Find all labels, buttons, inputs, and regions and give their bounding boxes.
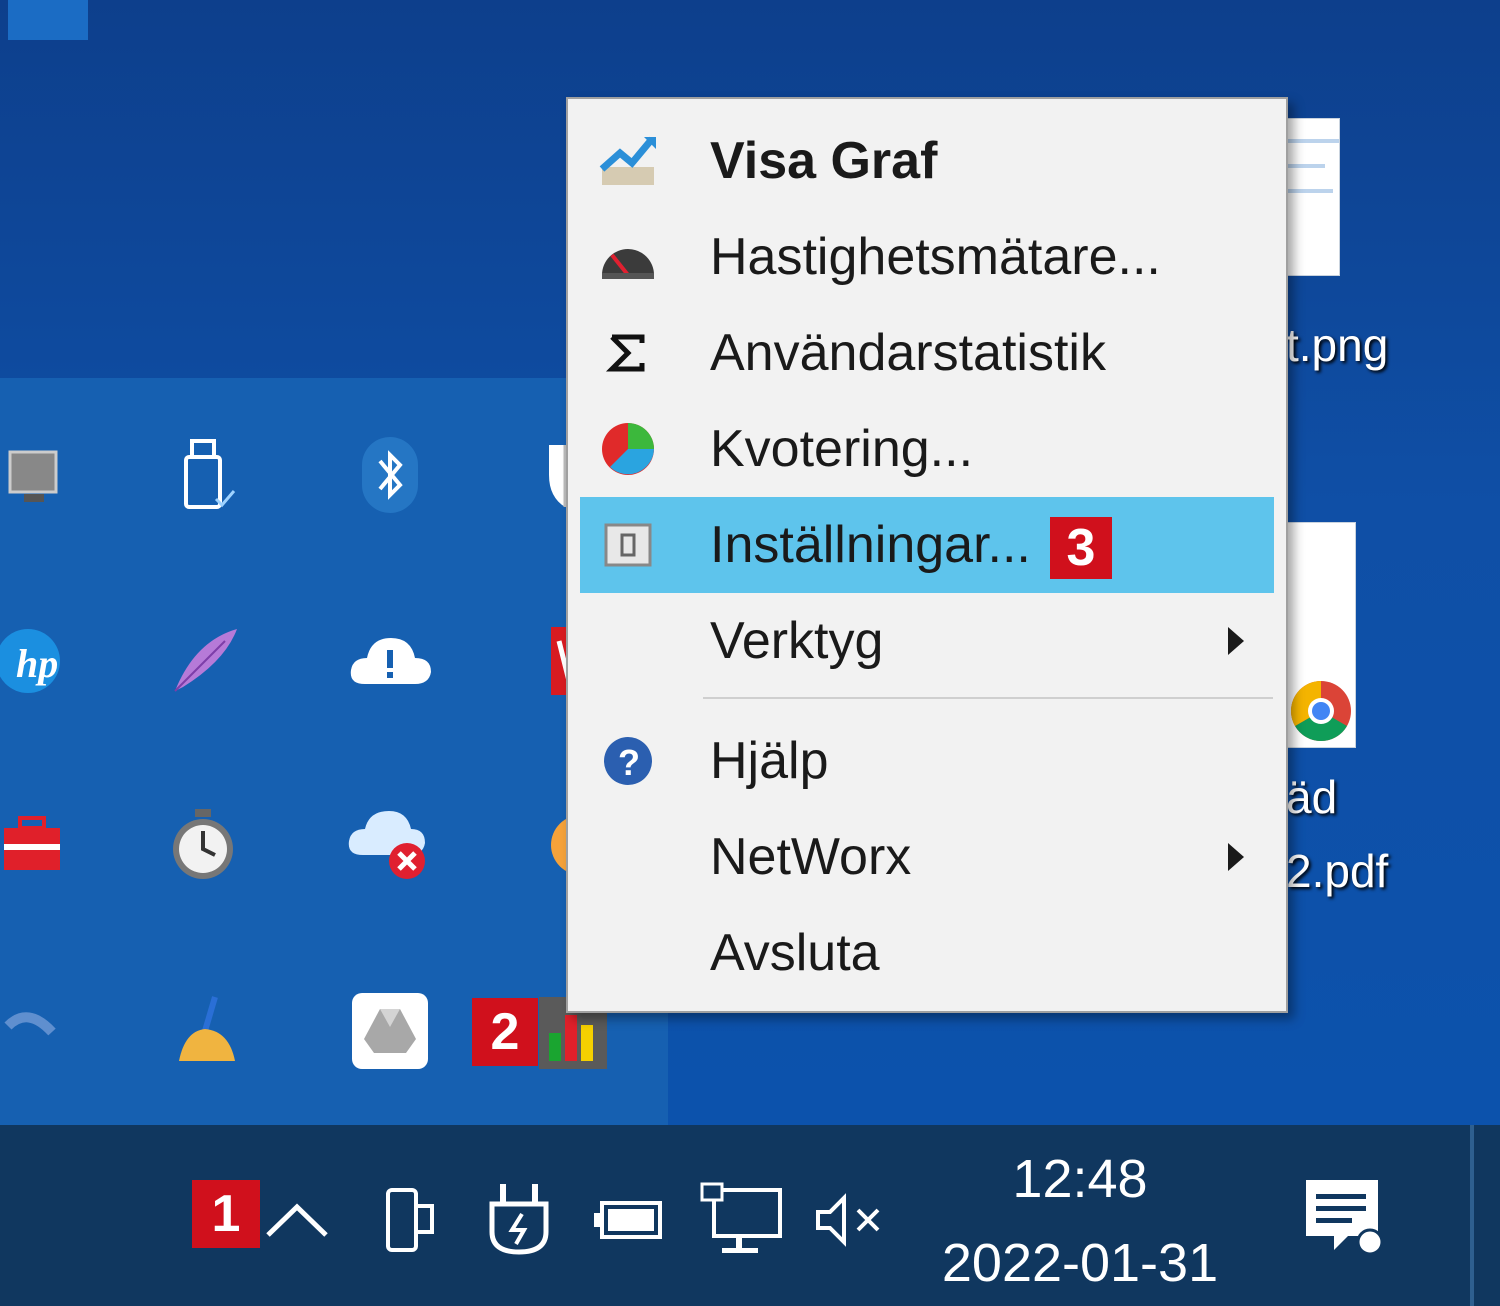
taskbar-divider — [1470, 1125, 1474, 1306]
cloud-alert-icon[interactable] — [345, 616, 435, 706]
submenu-arrow-icon — [1228, 843, 1244, 871]
settings-icon — [598, 517, 658, 573]
menu-item-label: Kvotering... — [710, 420, 974, 478]
menu-item-networx[interactable]: NetWorx — [580, 809, 1274, 905]
step-badge-1: 1 — [192, 1180, 260, 1248]
menu-item-hjalp[interactable]: ? Hjälp — [580, 713, 1274, 809]
graph-icon — [598, 133, 658, 189]
menu-item-avsluta[interactable]: Avsluta — [580, 905, 1274, 1001]
menu-item-label: Hastighetsmätare... — [710, 228, 1161, 286]
menu-item-label: Avsluta — [710, 924, 880, 982]
menu-item-anvandarstatistik[interactable]: Användarstatistik — [580, 305, 1274, 401]
arc-icon[interactable] — [0, 986, 78, 1076]
menu-item-visa-graf[interactable]: Visa Graf — [580, 113, 1274, 209]
volume-muted-icon[interactable] — [812, 1180, 888, 1260]
battery-icon[interactable] — [592, 1180, 668, 1260]
notification-icon[interactable] — [1300, 1172, 1384, 1262]
submenu-arrow-icon — [1228, 627, 1244, 655]
stopwatch-icon[interactable] — [158, 800, 248, 890]
menu-item-label: Hjälp — [710, 732, 829, 790]
help-icon: ? — [598, 733, 658, 789]
network-icon[interactable] — [700, 1180, 786, 1260]
menu-item-label: Inställningar... — [710, 516, 1031, 574]
step-badge-3: 3 — [1050, 517, 1112, 579]
menu-item-installningar[interactable]: Inställningar... 3 — [580, 497, 1274, 593]
networx-context-menu: Visa Graf Hastighetsmätare... Användarst… — [566, 97, 1288, 1013]
speedometer-icon — [598, 229, 658, 285]
feather-icon[interactable] — [160, 616, 250, 706]
tablet-camera-icon[interactable] — [380, 1180, 440, 1260]
power-plug-icon[interactable] — [484, 1180, 554, 1260]
google-drive-icon[interactable] — [345, 986, 435, 1076]
desktop-file-pdf-label-2: 2.pdf — [1286, 845, 1389, 897]
pie-chart-icon — [598, 421, 658, 477]
usb-drive-icon[interactable] — [160, 430, 250, 520]
menu-item-label: Användarstatistik — [710, 324, 1106, 382]
menu-item-label: Visa Graf — [710, 132, 938, 190]
broom-icon[interactable] — [160, 986, 250, 1076]
desktop-file-png[interactable] — [1284, 118, 1340, 276]
desktop-file-pdf-label-1: äd — [1286, 771, 1338, 823]
desktop-window-corner — [8, 0, 88, 40]
menu-item-label: NetWorx — [710, 828, 912, 886]
desktop-file-pdf[interactable] — [1286, 522, 1356, 748]
menu-item-kvotering[interactable]: Kvotering... — [580, 401, 1274, 497]
sigma-icon — [598, 325, 658, 381]
chevron-up-icon[interactable] — [262, 1180, 332, 1260]
hp-icon[interactable]: hp — [0, 616, 78, 706]
svg-text:?: ? — [618, 742, 640, 783]
bluetooth-icon[interactable] — [345, 430, 435, 520]
toolbox-icon[interactable] — [0, 800, 78, 890]
menu-item-hastighetsmatare[interactable]: Hastighetsmätare... — [580, 209, 1274, 305]
menu-item-label: Verktyg — [710, 612, 884, 670]
monitor-icon[interactable] — [0, 430, 80, 520]
menu-separator — [703, 697, 1273, 699]
chrome-icon — [1290, 681, 1351, 742]
onedrive-error-icon[interactable] — [345, 800, 435, 890]
clock-date: 2022-01-31 — [941, 1233, 1219, 1293]
taskbar-clock[interactable]: 12:48 2022-01-31 — [930, 1150, 1230, 1292]
step-badge-2: 2 — [472, 998, 538, 1066]
menu-item-verktyg[interactable]: Verktyg — [580, 593, 1274, 689]
desktop-file-png-label: t.png — [1286, 319, 1389, 371]
clock-time: 12:48 — [1012, 1149, 1148, 1209]
svg-text:hp: hp — [16, 641, 58, 686]
